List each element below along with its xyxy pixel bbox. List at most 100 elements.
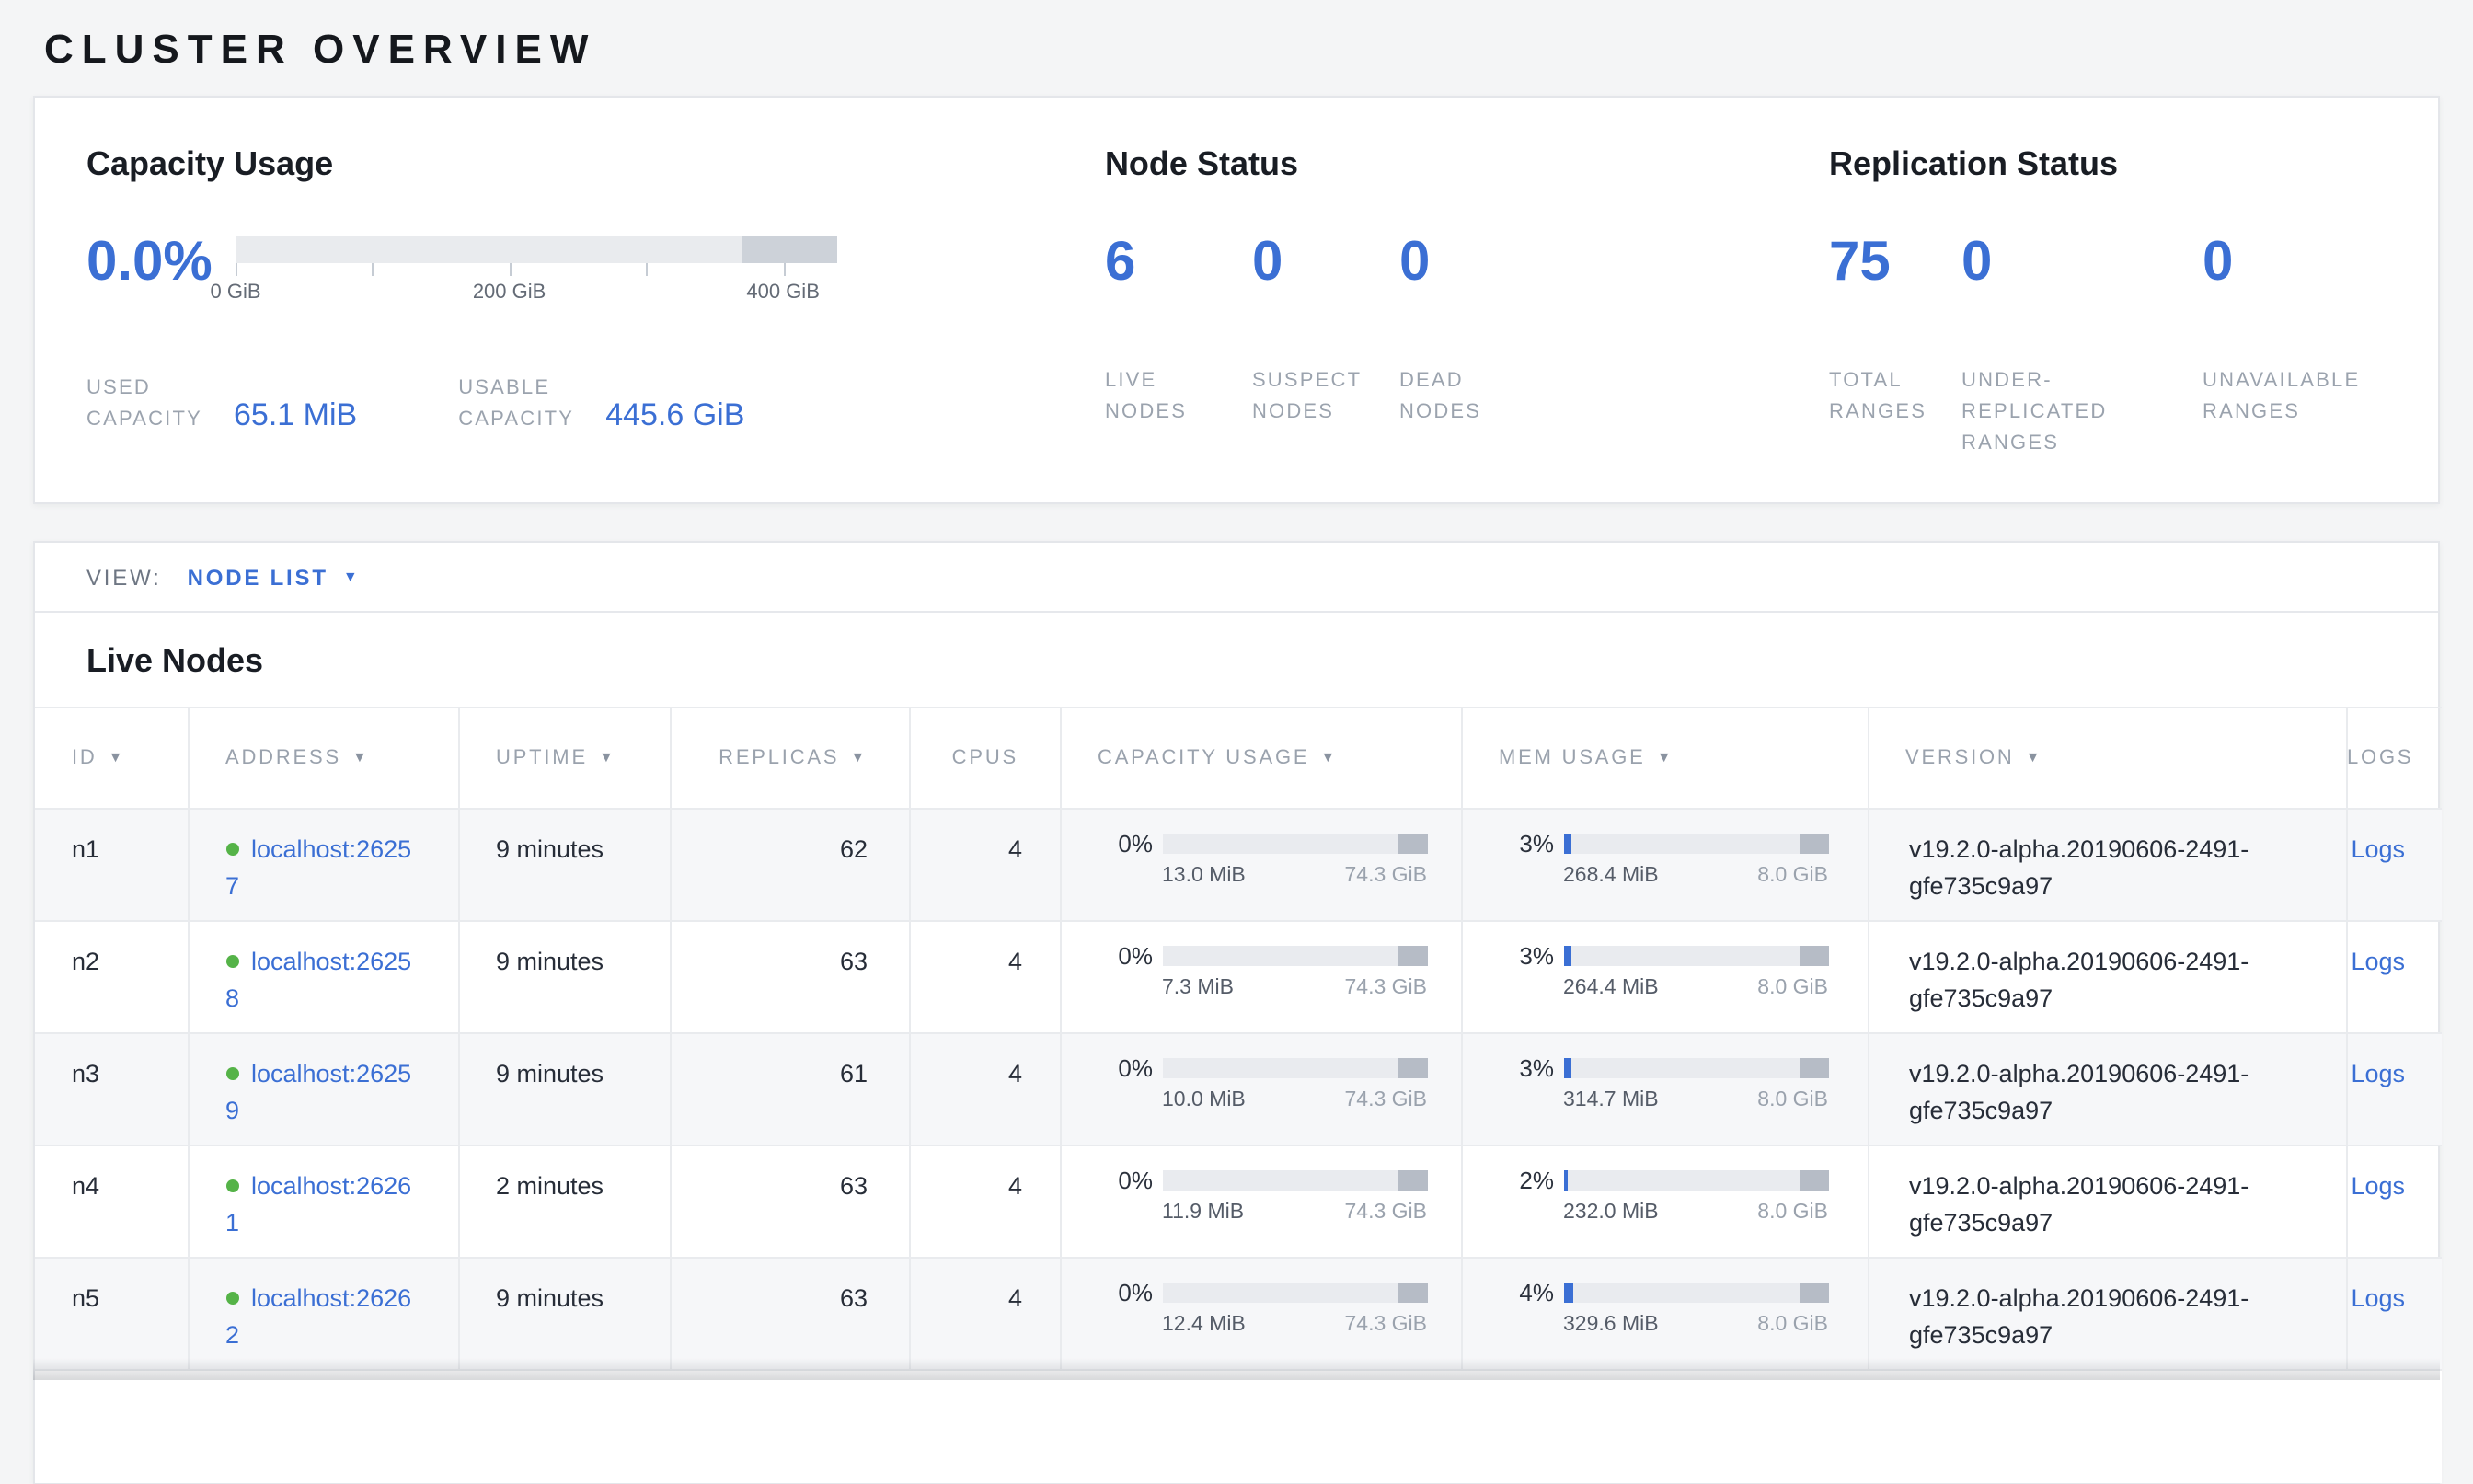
table-row-n5: n5 localhost:26262 9 minutes 63 4 0% 12.… (35, 1258, 2442, 1370)
node-address-cell: localhost:26262 (188, 1258, 458, 1370)
view-selector-dropdown[interactable]: NODE LIST ▼ (188, 564, 361, 590)
node-replicas-cell: 63 (670, 1258, 909, 1370)
under-replicated-ranges-count: 0 (1961, 232, 2203, 293)
live-status-icon (225, 843, 238, 856)
node-replicas-cell: 63 (670, 1145, 909, 1258)
mem-usage-bar (1563, 1058, 1828, 1078)
mem-bar-end-segment (1799, 1283, 1828, 1303)
mem-used-value: 314.7 MiB (1563, 1089, 1659, 1113)
node-cpus-cell: 4 (909, 1145, 1060, 1258)
node-id-cell: n3 (35, 1033, 188, 1145)
capacity-used-value: 10.0 MiB (1162, 1089, 1246, 1113)
view-bar: VIEW: NODE LIST ▼ (35, 543, 2438, 613)
suspect-nodes-count: 0 (1252, 232, 1399, 293)
column-header-cpus[interactable]: CPUS (909, 707, 1060, 809)
logs-link[interactable]: Logs (2351, 835, 2405, 863)
usable-capacity-stat: USABLE CAPACITY 445.6 GiB (458, 374, 744, 436)
capacity-usage-bar (1162, 1283, 1427, 1303)
capacity-percent: 0% (1105, 832, 1153, 856)
node-mem-usage-cell: 4% 329.6 MiB8.0 GiB (1461, 1258, 1868, 1370)
node-address-link[interactable]: localhost:26259 (225, 1060, 411, 1124)
mem-usage-bar (1563, 1170, 1828, 1191)
node-status-title: Node Status (1105, 145, 1829, 184)
mem-bar-end-segment (1799, 946, 1828, 966)
capacity-bar-end-segment (1398, 834, 1427, 854)
used-capacity-label: USED CAPACITY (86, 374, 215, 436)
logs-link[interactable]: Logs (2351, 1060, 2405, 1087)
node-replicas-cell: 63 (670, 921, 909, 1033)
capacity-bar (236, 236, 837, 263)
capacity-bar-end-segment (1398, 1170, 1427, 1191)
column-header-address[interactable]: ADDRESS▼ (188, 707, 458, 809)
capacity-used-value: 13.0 MiB (1162, 865, 1246, 889)
node-capacity-usage-cell: 0% 12.4 MiB74.3 GiB (1060, 1258, 1461, 1370)
node-logs-cell: Logs (2346, 809, 2442, 921)
axis-tick (783, 263, 785, 276)
column-header-replicas[interactable]: REPLICAS▼ (670, 707, 909, 809)
node-capacity-usage-cell: 0% 10.0 MiB 74.3 GiB (1060, 1033, 1461, 1145)
column-header-label: LOGS (2347, 747, 2413, 769)
live-nodes-count: 6 (1105, 232, 1252, 293)
sort-arrow-icon: ▼ (2026, 749, 2043, 765)
axis-tick (236, 263, 237, 276)
logs-link[interactable]: Logs (2351, 948, 2405, 975)
sort-arrow-icon: ▼ (850, 749, 868, 765)
logs-link[interactable]: Logs (2351, 1172, 2405, 1200)
column-header-capacity-usage[interactable]: CAPACITY USAGE▼ (1060, 707, 1461, 809)
capacity-bar-nonusable-segment (741, 236, 837, 263)
node-uptime-cell: 9 minutes (458, 1033, 670, 1145)
node-replicas-cell: 61 (670, 1033, 909, 1145)
node-cpus-cell: 4 (909, 1258, 1060, 1370)
total-ranges-metric: 75 TOTAL RANGES (1829, 232, 1961, 460)
under-replicated-ranges-metric: 0 UNDER-REPLICATED RANGES (1961, 232, 2203, 460)
capacity-percent: 0% (1105, 1056, 1153, 1080)
capacity-usage-bar (1162, 1058, 1427, 1078)
mem-total-value: 8.0 GiB (1757, 1202, 1828, 1225)
capacity-usage-section: Capacity Usage 0.0% 0 GiB (86, 145, 1105, 447)
column-header-id[interactable]: ID▼ (35, 707, 188, 809)
node-id-cell: n4 (35, 1145, 188, 1258)
capacity-bar-end-segment (1398, 946, 1427, 966)
unavailable-ranges-metric: 0 UNAVAILABLE RANGES (2203, 232, 2387, 460)
mem-total-value: 8.0 GiB (1757, 1089, 1828, 1113)
column-header-mem-usage[interactable]: MEM USAGE▼ (1461, 707, 1868, 809)
capacity-bar-end-segment (1398, 1283, 1427, 1303)
usable-capacity-value: 445.6 GiB (605, 397, 744, 436)
node-cpus-cell: 4 (909, 809, 1060, 921)
cluster-overview-page: CLUSTER OVERVIEW Capacity Usage 0.0% (0, 0, 2473, 1380)
node-logs-cell: Logs (2346, 1258, 2442, 1370)
mem-bar-end-segment (1799, 834, 1828, 854)
partial-row-cell (35, 1370, 2442, 1482)
node-id-cell: n1 (35, 809, 188, 921)
capacity-total-value: 74.3 GiB (1345, 1089, 1428, 1113)
node-address-link[interactable]: localhost:26258 (225, 948, 411, 1012)
node-address-link[interactable]: localhost:26262 (225, 1284, 411, 1349)
under-replicated-ranges-label: UNDER-REPLICATED RANGES (1961, 366, 2145, 460)
node-address-link[interactable]: localhost:26261 (225, 1172, 411, 1237)
usable-capacity-label: USABLE CAPACITY (458, 374, 587, 436)
dead-nodes-metric: 0 DEAD NODES (1399, 232, 1547, 429)
capacity-axis: 0 GiB 200 GiB 400 GiB (236, 263, 837, 315)
mem-percent: 3% (1506, 944, 1554, 968)
column-header-label: MEM USAGE (1499, 747, 1646, 769)
dead-nodes-count: 0 (1399, 232, 1547, 293)
total-ranges-count: 75 (1829, 232, 1961, 293)
node-cpus-cell: 4 (909, 921, 1060, 1033)
column-header-version[interactable]: VERSION▼ (1868, 707, 2346, 809)
mem-usage-fill (1563, 946, 1571, 966)
live-nodes-title: Live Nodes (35, 613, 2438, 707)
capacity-usage-bar (1162, 946, 1427, 966)
logs-link[interactable]: Logs (2351, 1284, 2405, 1312)
capacity-percent: 0% (1105, 1168, 1153, 1192)
node-address-link[interactable]: localhost:26257 (225, 835, 411, 900)
mem-usage-bar (1563, 1283, 1828, 1303)
table-row-n2: n2 localhost:26258 9 minutes 63 4 0% 7.3… (35, 921, 2442, 1033)
axis-label: 0 GiB (210, 282, 260, 304)
live-status-icon (225, 955, 238, 968)
node-address-cell: localhost:26259 (188, 1033, 458, 1145)
mem-percent: 3% (1506, 1056, 1554, 1080)
capacity-total-value: 74.3 GiB (1345, 1202, 1428, 1225)
capacity-total-value: 74.3 GiB (1345, 1314, 1428, 1338)
column-header-uptime[interactable]: UPTIME▼ (458, 707, 670, 809)
sort-arrow-icon: ▼ (109, 749, 126, 765)
